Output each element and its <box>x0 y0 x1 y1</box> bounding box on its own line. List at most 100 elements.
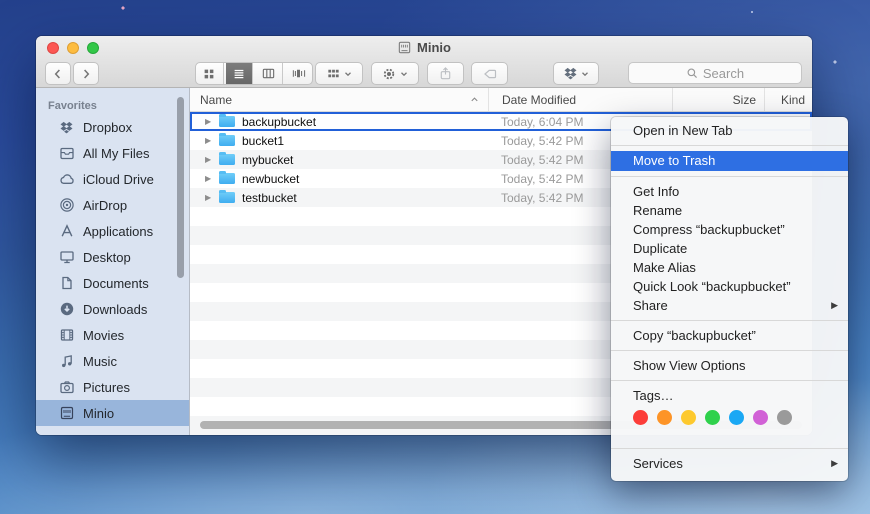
disclosure-triangle-icon[interactable]: ▶ <box>205 193 219 202</box>
zoom-button[interactable] <box>87 42 99 54</box>
tag-purple[interactable] <box>753 410 768 425</box>
sidebar-item-downloads[interactable]: Downloads <box>36 296 189 322</box>
chevron-down-icon <box>343 69 353 79</box>
sidebar-item-all-my-files[interactable]: All My Files <box>36 140 189 166</box>
applications-icon <box>58 223 75 239</box>
menu-separator <box>611 320 848 321</box>
documents-icon <box>58 275 75 291</box>
column-header-name[interactable]: Name <box>190 88 488 111</box>
desktop-wallpaper: Minio <box>0 0 870 514</box>
disclosure-triangle-icon[interactable]: ▶ <box>205 155 219 164</box>
forward-button[interactable] <box>73 62 99 85</box>
folder-icon <box>219 154 235 165</box>
dropbox-toolbar-button[interactable] <box>553 62 599 85</box>
sort-ascending-icon <box>469 94 480 105</box>
toolbar: Search <box>36 62 812 86</box>
menu-item-rename[interactable]: Rename <box>611 201 848 220</box>
menu-separator <box>611 176 848 177</box>
share-button[interactable] <box>427 62 464 85</box>
sidebar-item-music[interactable]: Music <box>36 348 189 374</box>
sidebar-item-label: Movies <box>83 328 124 343</box>
tag-blue[interactable] <box>729 410 744 425</box>
share-icon <box>438 66 453 81</box>
arrange-icon <box>326 66 341 81</box>
folder-icon <box>219 135 235 146</box>
column-header-size[interactable]: Size <box>672 88 764 111</box>
submenu-arrow-icon: ▶ <box>831 454 838 473</box>
search-placeholder: Search <box>703 66 744 81</box>
menu-item-services[interactable]: Services▶ <box>611 454 848 473</box>
search-input[interactable]: Search <box>628 62 802 84</box>
airdrop-icon <box>58 197 75 213</box>
sidebar-item-airdrop[interactable]: AirDrop <box>36 192 189 218</box>
disclosure-triangle-icon[interactable]: ▶ <box>205 174 219 183</box>
disclosure-triangle-icon[interactable]: ▶ <box>205 117 219 126</box>
tag-button[interactable] <box>471 62 508 85</box>
chevron-right-icon <box>79 67 93 81</box>
dropbox-icon <box>58 119 75 135</box>
sidebar-item-label: All My Files <box>83 146 149 161</box>
menu-item-open-in-new-tab[interactable]: Open in New Tab <box>611 121 848 140</box>
submenu-arrow-icon: ▶ <box>831 296 838 315</box>
tag-orange[interactable] <box>657 410 672 425</box>
sidebar-item-label: Pictures <box>83 380 130 395</box>
menu-item-quick-look[interactable]: Quick Look “backupbucket” <box>611 277 848 296</box>
tag-red[interactable] <box>633 410 648 425</box>
gear-icon <box>381 66 397 82</box>
menu-item-make-alias[interactable]: Make Alias <box>611 258 848 277</box>
sidebar-item-icloud-drive[interactable]: iCloud Drive <box>36 166 189 192</box>
music-icon <box>58 353 75 369</box>
sidebar-scrollbar[interactable] <box>177 97 184 278</box>
column-header-date-modified[interactable]: Date Modified <box>488 88 672 111</box>
sidebar-item-movies[interactable]: Movies <box>36 322 189 348</box>
list-column-headers: Name Date Modified Size Kind <box>190 88 812 112</box>
menu-item-share[interactable]: Share▶ <box>611 296 848 315</box>
arrange-button[interactable] <box>315 62 363 85</box>
action-button[interactable] <box>371 62 419 85</box>
movies-icon <box>58 327 75 343</box>
title-bar: Minio <box>36 36 812 59</box>
folder-icon <box>219 192 235 203</box>
column-header-kind[interactable]: Kind <box>764 88 812 111</box>
menu-item-tags[interactable]: Tags… <box>611 386 848 405</box>
coverflow-view-icon <box>291 66 306 81</box>
sidebar-item-pictures[interactable]: Pictures <box>36 374 189 400</box>
tag-green[interactable] <box>705 410 720 425</box>
file-name: newbucket <box>242 172 299 186</box>
icon-view-button[interactable] <box>196 63 224 84</box>
menu-item-duplicate[interactable]: Duplicate <box>611 239 848 258</box>
folder-icon <box>219 173 235 184</box>
sidebar-item-label: Documents <box>83 276 149 291</box>
minio-drive-icon <box>58 405 75 421</box>
window-title: Minio <box>417 40 451 55</box>
tag-yellow[interactable] <box>681 410 696 425</box>
sidebar-item-documents[interactable]: Documents <box>36 270 189 296</box>
menu-separator <box>611 380 848 381</box>
menu-item-copy[interactable]: Copy “backupbucket” <box>611 326 848 345</box>
sidebar-item-applications[interactable]: Applications <box>36 218 189 244</box>
menu-item-get-info[interactable]: Get Info <box>611 182 848 201</box>
file-name: backupbucket <box>242 115 316 129</box>
sidebar-item-desktop[interactable]: Desktop <box>36 244 189 270</box>
disclosure-triangle-icon[interactable]: ▶ <box>205 136 219 145</box>
menu-item-compress[interactable]: Compress “backupbucket” <box>611 220 848 239</box>
minimize-button[interactable] <box>67 42 79 54</box>
pictures-icon <box>58 379 75 395</box>
close-button[interactable] <box>47 42 59 54</box>
sidebar-item-minio[interactable]: Minio <box>36 400 189 426</box>
sidebar-item-dropbox[interactable]: Dropbox <box>36 114 189 140</box>
column-view-button[interactable] <box>255 63 283 84</box>
coverflow-view-button[interactable] <box>285 63 312 84</box>
sidebar-item-label: Downloads <box>83 302 147 317</box>
menu-item-move-to-trash[interactable]: Move to Trash <box>611 151 848 171</box>
column-view-icon <box>261 66 276 81</box>
menu-item-show-view-options[interactable]: Show View Options <box>611 356 848 375</box>
list-view-button[interactable] <box>226 63 254 84</box>
folder-icon <box>219 116 235 127</box>
tag-icon <box>482 66 498 82</box>
tag-color-row <box>611 405 848 443</box>
tag-gray[interactable] <box>777 410 792 425</box>
volume-proxy-icon <box>397 40 412 55</box>
icloud-icon <box>58 171 75 187</box>
back-button[interactable] <box>45 62 71 85</box>
